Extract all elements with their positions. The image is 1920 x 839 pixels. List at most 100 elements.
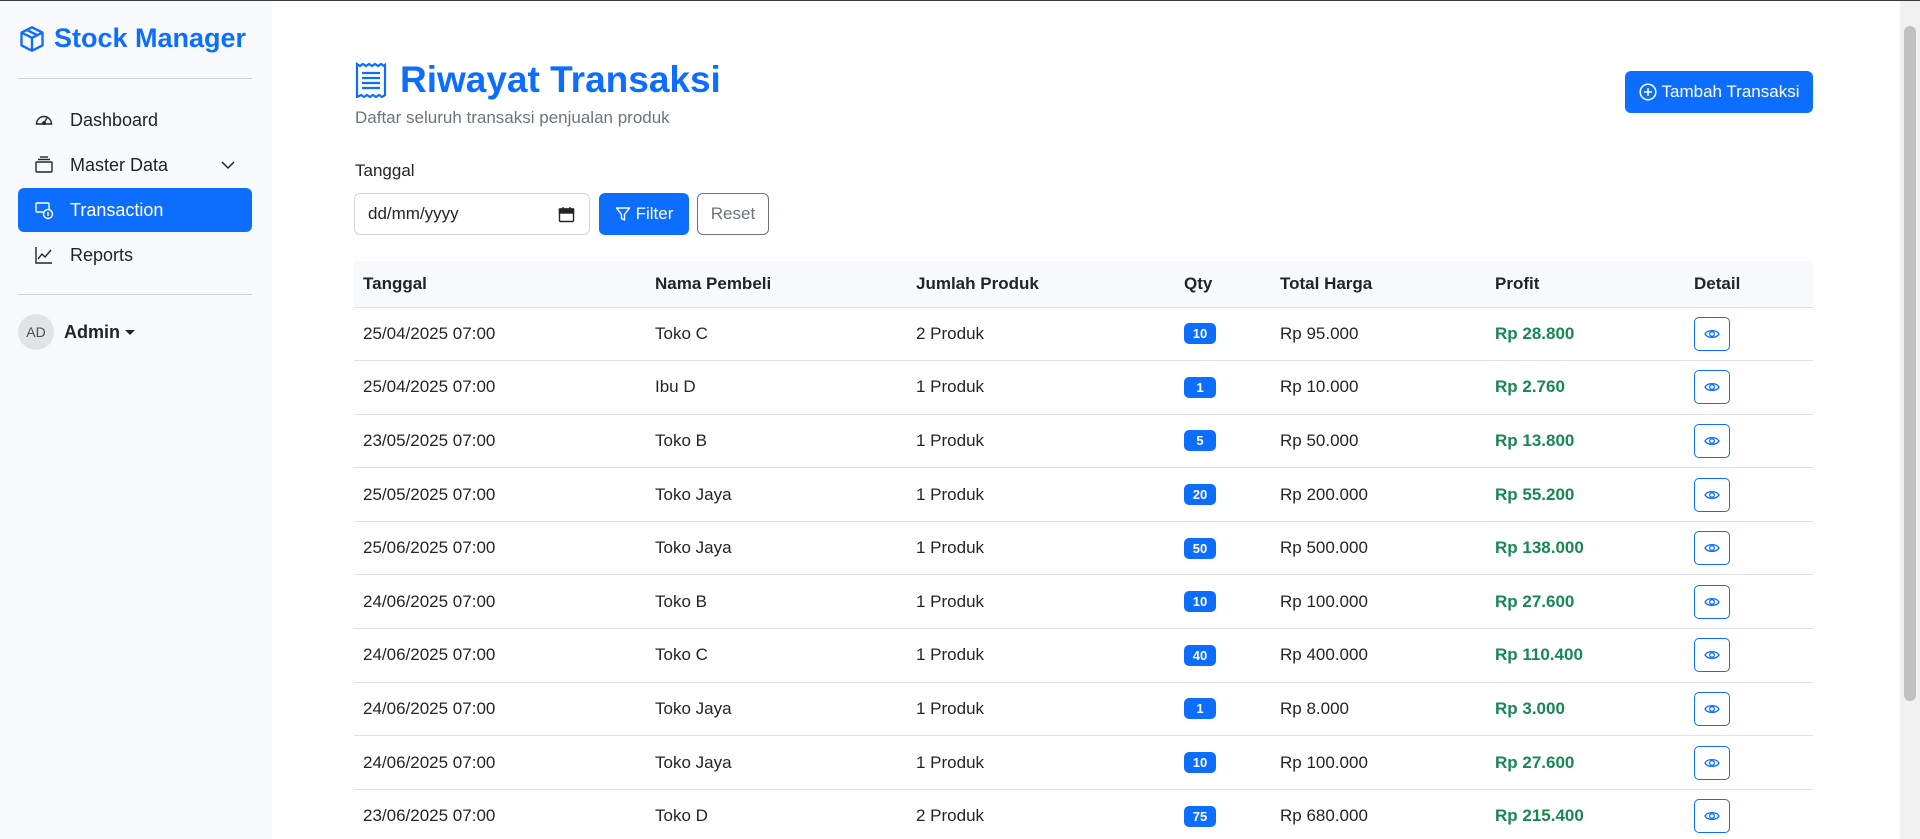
user-menu[interactable]: AD Admin <box>18 314 135 350</box>
eye-icon <box>1704 329 1720 338</box>
cell-detail <box>1685 574 1813 630</box>
brand[interactable]: Stock Manager <box>18 23 246 54</box>
qty-badge: 10 <box>1184 323 1216 345</box>
sidebar-item-label: Master Data <box>70 154 169 175</box>
table-row: 23/05/2025 07:00 Toko B 1 Produk 5 Rp 50… <box>354 414 1813 469</box>
view-detail-button[interactable] <box>1694 745 1730 780</box>
page-title-text: Riwayat Transaksi <box>400 59 721 100</box>
table-row: 24/06/2025 07:00 Toko C 1 Produk 40 Rp 4… <box>354 628 1813 683</box>
scrollbar-thumb[interactable] <box>1904 26 1916 701</box>
box-icon <box>20 25 44 52</box>
qty-badge: 40 <box>1184 644 1216 666</box>
cell-detail <box>1685 360 1813 415</box>
cell-pembeli: Toko C <box>646 307 907 362</box>
caret-down-icon <box>125 329 135 335</box>
cell-tanggal: 24/06/2025 07:00 <box>354 628 646 683</box>
column-header: Tanggal <box>354 261 646 308</box>
sidebar-item-reports[interactable]: Reports <box>18 233 252 277</box>
date-placeholder: dd/mm/yyyy <box>368 204 459 223</box>
plus-circle-icon <box>1638 83 1657 101</box>
cell-pembeli: Toko Jaya <box>646 682 907 737</box>
cell-jumlah-produk: 1 Produk <box>907 574 1175 630</box>
cell-total-harga: Rp 400.000 <box>1271 628 1486 683</box>
user-name: Admin <box>64 321 120 342</box>
cell-tanggal: 25/04/2025 07:00 <box>354 307 646 362</box>
cell-pembeli: Ibu D <box>646 360 907 415</box>
cell-profit: Rp 55.200 <box>1486 467 1685 522</box>
sidebar-item-transaction[interactable]: Transaction <box>18 188 252 232</box>
cell-total-harga: Rp 10.000 <box>1271 360 1486 415</box>
table-header-row: Tanggal Nama Pembeli Jumlah Produk Qty T… <box>354 261 1813 308</box>
cell-profit: Rp 28.800 <box>1486 307 1685 362</box>
transaction-table: Tanggal Nama Pembeli Jumlah Produk Qty T… <box>354 261 1813 839</box>
cell-profit: Rp 110.400 <box>1486 628 1685 683</box>
cell-profit: Rp 138.000 <box>1486 521 1685 576</box>
page-scrollbar[interactable] <box>1900 1 1920 839</box>
sidebar-item-label: Transaction <box>70 199 164 220</box>
eye-icon <box>1704 812 1720 821</box>
cell-pembeli: Toko Jaya <box>646 735 907 790</box>
date-filter-input[interactable]: dd/mm/yyyy <box>354 193 590 235</box>
cell-jumlah-produk: 1 Produk <box>907 521 1175 576</box>
view-detail-button[interactable] <box>1694 423 1730 458</box>
graph-up-icon <box>34 245 54 265</box>
view-detail-button[interactable] <box>1694 531 1730 566</box>
column-header: Jumlah Produk <box>907 261 1175 308</box>
view-detail-button[interactable] <box>1694 691 1730 726</box>
cell-total-harga: Rp 95.000 <box>1271 307 1486 362</box>
cell-tanggal: 24/06/2025 07:00 <box>354 735 646 790</box>
cell-qty: 1 <box>1175 682 1271 737</box>
chevron-down-icon[interactable] <box>220 157 236 173</box>
add-transaction-button[interactable]: Tambah Transaksi <box>1625 71 1813 113</box>
view-detail-button[interactable] <box>1694 584 1730 619</box>
column-header: Qty <box>1175 261 1271 308</box>
cell-tanggal: 23/06/2025 07:00 <box>354 789 646 839</box>
view-detail-button[interactable] <box>1694 316 1730 351</box>
qty-badge: 1 <box>1184 698 1216 720</box>
filter-button[interactable]: Filter <box>599 193 689 235</box>
cell-jumlah-produk: 1 Produk <box>907 628 1175 683</box>
cell-qty: 10 <box>1175 735 1271 790</box>
column-header: Nama Pembeli <box>646 261 907 308</box>
table-row: 25/04/2025 07:00 Ibu D 1 Produk 1 Rp 10.… <box>354 360 1813 415</box>
qty-badge: 10 <box>1184 591 1216 613</box>
qty-badge: 50 <box>1184 537 1216 559</box>
speedometer-icon <box>34 110 54 130</box>
cell-pembeli: Toko Jaya <box>646 521 907 576</box>
view-detail-button[interactable] <box>1694 799 1730 834</box>
table-row: 24/06/2025 07:00 Toko Jaya 1 Produk 1 Rp… <box>354 682 1813 737</box>
sidebar: Stock Manager Dashboard Master Data Tran… <box>0 1 272 839</box>
cell-profit: Rp 27.600 <box>1486 574 1685 630</box>
date-filter-label: Tanggal <box>355 161 415 180</box>
view-detail-button[interactable] <box>1694 638 1730 673</box>
eye-icon <box>1704 597 1720 606</box>
calendar-icon[interactable] <box>558 206 575 223</box>
cell-profit: Rp 2.760 <box>1486 360 1685 415</box>
cell-total-harga: Rp 200.000 <box>1271 467 1486 522</box>
cell-qty: 40 <box>1175 628 1271 683</box>
cell-detail <box>1685 414 1813 469</box>
sidebar-item-master-data[interactable]: Master Data <box>18 143 252 187</box>
cell-profit: Rp 27.600 <box>1486 735 1685 790</box>
cell-total-harga: Rp 100.000 <box>1271 574 1486 630</box>
cell-qty: 5 <box>1175 414 1271 469</box>
eye-icon <box>1704 544 1720 553</box>
page-subtitle: Daftar seluruh transaksi penjualan produ… <box>355 108 670 127</box>
qty-badge: 10 <box>1184 752 1216 774</box>
cash-coin-icon <box>34 200 54 220</box>
cell-profit: Rp 13.800 <box>1486 414 1685 469</box>
filter-button-label: Filter <box>635 204 674 223</box>
cell-total-harga: Rp 500.000 <box>1271 521 1486 576</box>
table-row: 25/05/2025 07:00 Toko Jaya 1 Produk 20 R… <box>354 467 1813 522</box>
cell-jumlah-produk: 1 Produk <box>907 360 1175 415</box>
view-detail-button[interactable] <box>1694 477 1730 512</box>
cell-jumlah-produk: 1 Produk <box>907 414 1175 469</box>
view-detail-button[interactable] <box>1694 370 1730 405</box>
reset-button[interactable]: Reset <box>697 193 769 235</box>
sidebar-item-label: Dashboard <box>70 109 159 130</box>
cell-total-harga: Rp 50.000 <box>1271 414 1486 469</box>
sidebar-item-dashboard[interactable]: Dashboard <box>18 98 252 142</box>
table-row: 24/06/2025 07:00 Toko B 1 Produk 10 Rp 1… <box>354 574 1813 630</box>
cell-tanggal: 25/06/2025 07:00 <box>354 521 646 576</box>
table-row: 25/06/2025 07:00 Toko Jaya 1 Produk 50 R… <box>354 521 1813 576</box>
